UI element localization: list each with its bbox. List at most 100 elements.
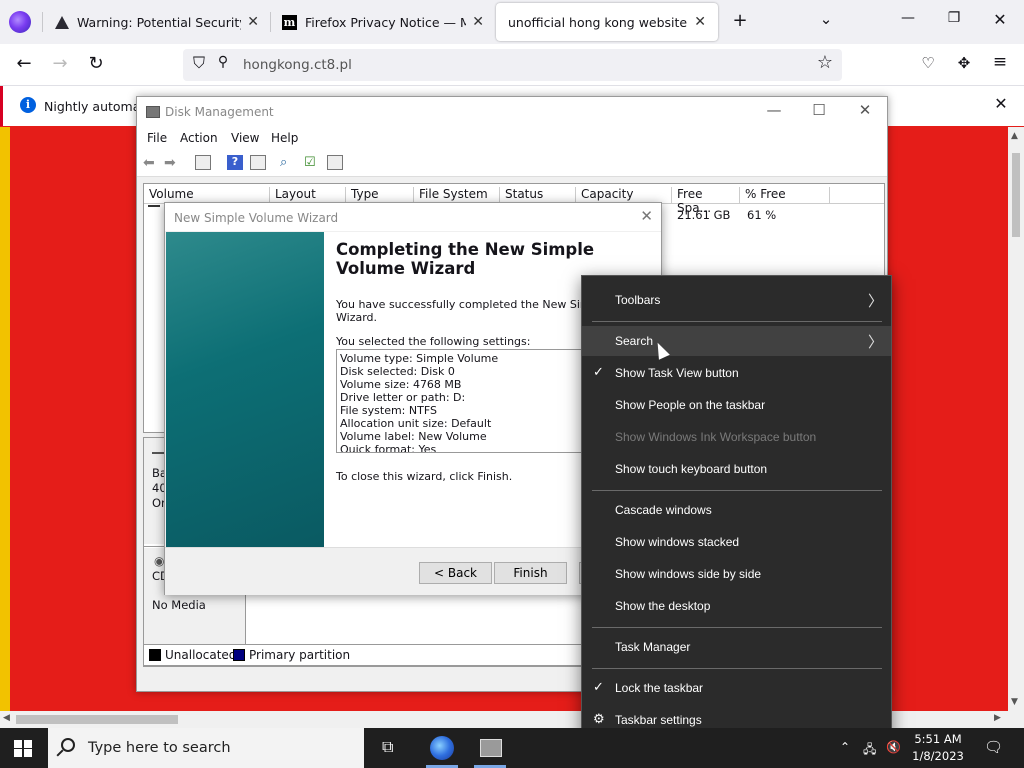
menu-item-label: Taskbar settings: [615, 713, 702, 727]
search-placeholder: Type here to search: [88, 740, 231, 756]
close-icon[interactable]: ✕: [845, 101, 885, 119]
firefox-taskbar-icon[interactable]: [430, 736, 454, 760]
menu-item-side-by-side[interactable]: Show windows side by side: [582, 559, 891, 589]
menu-item-ink-workspace: Show Windows Ink Workspace button: [582, 422, 891, 452]
finish-button[interactable]: Finish: [494, 562, 567, 584]
menu-item-task-manager[interactable]: Task Manager: [582, 632, 891, 662]
menu-item-lock-taskbar[interactable]: ✓ Lock the taskbar: [582, 673, 891, 703]
minimize-icon[interactable]: —: [896, 10, 920, 26]
tab-security-warning[interactable]: Warning: Potential Security Risk ✕: [43, 0, 271, 44]
menu-item-people[interactable]: Show People on the taskbar: [582, 390, 891, 420]
browser-tab-bar: Warning: Potential Security Risk ✕ m Fir…: [0, 0, 1024, 44]
list-tabs-icon[interactable]: ⌄: [814, 10, 838, 28]
scroll-right-icon[interactable]: ▶: [994, 713, 1001, 723]
chevron-up-icon[interactable]: ⌃: [840, 740, 850, 754]
menu-separator: [592, 490, 882, 491]
volume-icon: [148, 205, 160, 211]
disk-management-taskbar-icon[interactable]: [480, 739, 502, 757]
settings-icon[interactable]: [327, 155, 343, 170]
no-media-label: No Media: [152, 598, 206, 612]
wizard-title: New Simple Volume Wizard: [174, 211, 339, 225]
firefox-nightly-icon[interactable]: [9, 11, 31, 33]
back-icon[interactable]: ⬅: [143, 155, 159, 171]
menu-item-touch-keyboard[interactable]: Show touch keyboard button: [582, 454, 891, 484]
disk-management-icon: [146, 106, 160, 118]
close-window-icon[interactable]: ✕: [988, 10, 1012, 29]
wizard-intro-line1: You have successfully completed the New …: [336, 298, 619, 311]
network-icon[interactable]: 🖧: [863, 740, 876, 761]
tab-hong-kong[interactable]: unofficial hong kong website ✕: [496, 3, 718, 41]
forward-arrow-icon[interactable]: →: [48, 53, 72, 74]
menu-item-toolbars[interactable]: Toolbars 〉: [582, 285, 891, 315]
vertical-scrollbar[interactable]: ▲ ▼: [1008, 127, 1024, 711]
console-tree-icon[interactable]: [195, 155, 211, 170]
properties-icon[interactable]: [250, 155, 266, 170]
disk-icon: [152, 452, 164, 458]
taskbar-search-box[interactable]: Type here to search: [48, 728, 364, 768]
menu-item-label: Show windows side by side: [615, 567, 762, 581]
disk-management-titlebar[interactable]: Disk Management — ☐ ✕: [137, 97, 887, 127]
shield-icon[interactable]: ⛉: [187, 53, 211, 73]
task-view-icon[interactable]: ⧉: [382, 737, 393, 757]
notification-close-icon[interactable]: ✕: [989, 94, 1013, 113]
tab-close-icon[interactable]: ✕: [694, 14, 706, 30]
system-clock[interactable]: 5:51 AM 1/8/2023: [912, 731, 964, 765]
setting-line: File system: NTFS: [340, 404, 437, 417]
menu-bar: File Action View Help: [137, 127, 887, 149]
connect-icon[interactable]: ⌕: [280, 155, 296, 170]
help-icon[interactable]: ?: [227, 155, 243, 170]
tab-close-icon[interactable]: ✕: [247, 14, 259, 30]
new-tab-icon[interactable]: +: [728, 10, 752, 31]
volume-icon[interactable]: 🔇: [886, 740, 901, 754]
tab-privacy-notice[interactable]: m Firefox Privacy Notice — Mozilla ✕: [270, 0, 496, 44]
menu-item-label: Lock the taskbar: [615, 681, 704, 695]
close-icon[interactable]: ✕: [640, 207, 653, 225]
back-arrow-icon[interactable]: ←: [12, 53, 36, 74]
vertical-scroll-thumb[interactable]: [1012, 153, 1020, 237]
clock-time: 5:51 AM: [914, 732, 962, 746]
wizard-titlebar[interactable]: New Simple Volume Wizard ✕: [165, 203, 661, 231]
menu-item-cascade[interactable]: Cascade windows: [582, 495, 891, 525]
start-button[interactable]: [14, 740, 32, 757]
checkmark-icon: ✓: [593, 364, 604, 379]
restore-icon[interactable]: ❐: [942, 10, 966, 26]
forward-icon[interactable]: ➡: [164, 155, 180, 171]
menu-file[interactable]: File: [147, 131, 167, 145]
extensions-icon[interactable]: ✥: [952, 54, 976, 72]
menu-item-stacked[interactable]: Show windows stacked: [582, 527, 891, 557]
settings-summary-box[interactable]: Volume type: Simple Volume Disk selected…: [336, 349, 586, 453]
column-header[interactable]: Free Spa...: [672, 187, 740, 215]
pocket-icon[interactable]: ♡: [916, 54, 940, 72]
minimize-icon[interactable]: —: [754, 101, 794, 119]
url-text[interactable]: hongkong.ct8.pl: [243, 57, 352, 73]
menu-separator: [592, 321, 882, 322]
tab-close-icon[interactable]: ✕: [472, 14, 484, 30]
menu-item-show-desktop[interactable]: Show the desktop: [582, 591, 891, 621]
url-bar[interactable]: ⛉ ⚲ hongkong.ct8.pl ☆: [183, 49, 842, 81]
scroll-down-icon[interactable]: ▼: [1011, 697, 1018, 707]
maximize-icon[interactable]: ☐: [799, 101, 839, 119]
selected-settings-label: You selected the following settings:: [336, 335, 531, 348]
column-header[interactable]: % Free: [740, 187, 830, 204]
menu-item-label: Show People on the taskbar: [615, 398, 766, 412]
scroll-left-icon[interactable]: ◀: [3, 713, 10, 723]
setting-line: Quick format: Yes: [340, 443, 437, 453]
menu-item-task-view[interactable]: ✓ Show Task View button: [582, 358, 891, 388]
window-title: Disk Management: [165, 105, 274, 119]
menu-icon[interactable]: ≡: [988, 52, 1012, 72]
page-info-icon[interactable]: ⚲: [213, 54, 233, 70]
check-icon[interactable]: ☑: [304, 155, 320, 170]
bookmark-star-icon[interactable]: ☆: [813, 52, 837, 73]
scroll-up-icon[interactable]: ▲: [1011, 131, 1018, 141]
menu-action[interactable]: Action: [180, 131, 218, 145]
reload-icon[interactable]: ↻: [84, 53, 108, 74]
back-button[interactable]: < Back: [419, 562, 492, 584]
gear-icon: ⚙: [593, 711, 605, 726]
menu-help[interactable]: Help: [271, 131, 298, 145]
notifications-icon[interactable]: 🗨: [984, 738, 1003, 756]
horizontal-scroll-thumb[interactable]: [16, 715, 178, 724]
wizard-intro-line2: Wizard.: [336, 311, 378, 324]
chevron-right-icon: 〉: [867, 293, 883, 310]
menu-view[interactable]: View: [231, 131, 259, 145]
menu-item-search[interactable]: Search 〉: [582, 326, 891, 356]
